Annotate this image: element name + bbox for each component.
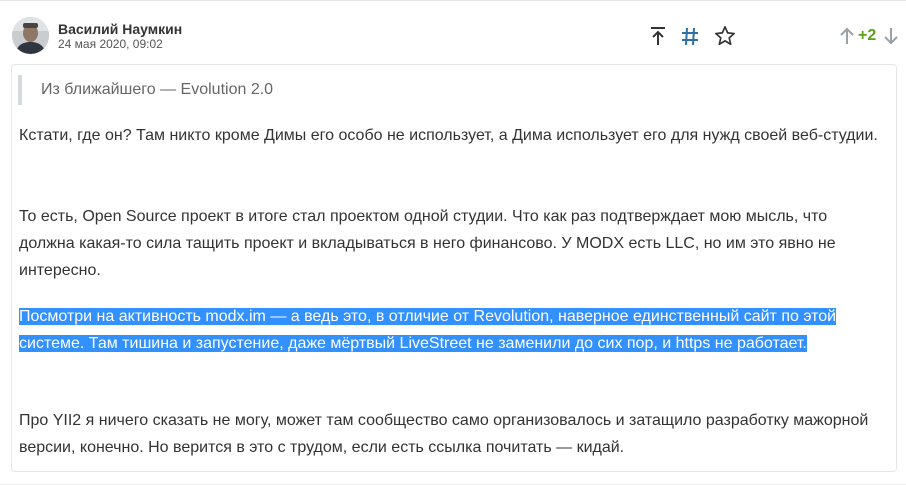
- paragraph-4: Про YII2 я ничего сказать не могу, может…: [19, 412, 869, 456]
- top-divider: [0, 0, 906, 1]
- star-icon[interactable]: [713, 24, 737, 48]
- arrow-down-icon[interactable]: [882, 26, 900, 46]
- author-name[interactable]: Василий Наумкин: [58, 21, 182, 37]
- score-value: +2: [858, 27, 877, 44]
- blockquote: Из ближайшего — Evolution 2.0: [18, 75, 273, 105]
- hash-icon[interactable]: [678, 24, 702, 48]
- comment-date[interactable]: 24 мая 2020, 09:02: [58, 37, 163, 51]
- paragraph-2: То есть, Open Source проект в итоге стал…: [19, 208, 836, 279]
- paragraph-3-selected: Посмотри на активность modx.im — а ведь …: [19, 303, 881, 357]
- selected-text: Посмотри на активность modx.im — а ведь …: [19, 308, 837, 352]
- avatar[interactable]: [12, 17, 49, 54]
- arrow-up-icon[interactable]: [838, 26, 856, 46]
- comment-body: Из ближайшего — Evolution 2.0 Кстати, гд…: [11, 64, 897, 472]
- arrow-to-top-icon[interactable]: [646, 24, 670, 48]
- comment-header: Василий Наумкин 24 мая 2020, 09:02 +2: [12, 14, 900, 58]
- paragraph-1: Кстати, где он? Там никто кроме Димы его…: [19, 127, 878, 144]
